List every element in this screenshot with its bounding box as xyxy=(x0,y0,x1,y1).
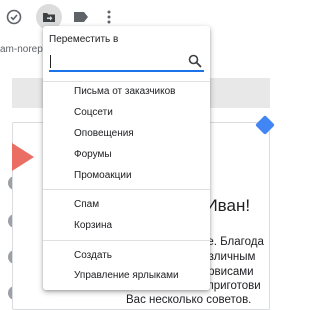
search-icon[interactable] xyxy=(188,54,202,68)
search-input[interactable] xyxy=(49,52,179,70)
menu-item-label[interactable]: Оповещения xyxy=(74,128,134,139)
menu-divider xyxy=(43,81,210,82)
menu-item-trash[interactable]: Корзина xyxy=(74,220,112,231)
move-to-menu: Переместить в Письма от заказчиков Соцсе… xyxy=(43,26,210,290)
label-icon[interactable] xyxy=(72,8,90,26)
manage-labels-button[interactable]: Управление ярлыками xyxy=(74,270,179,281)
menu-divider xyxy=(43,240,210,241)
menu-divider xyxy=(43,189,210,190)
create-label-button[interactable]: Создать xyxy=(74,250,112,261)
menu-item-label[interactable]: Соцсети xyxy=(74,107,113,118)
email-body-line: Вас несколько советов. xyxy=(126,294,252,306)
menu-item-label[interactable]: Промоакции xyxy=(74,170,132,181)
menu-item-label[interactable]: Форумы xyxy=(74,149,112,160)
menu-item-label[interactable]: Письма от заказчиков xyxy=(74,86,176,97)
menu-item-spam[interactable]: Спам xyxy=(74,199,99,210)
more-vert-icon[interactable] xyxy=(100,8,118,26)
select-checkbox-icon[interactable] xyxy=(5,8,23,26)
search-field[interactable] xyxy=(49,52,204,72)
text-caret xyxy=(50,55,51,68)
menu-title: Переместить в xyxy=(49,34,119,45)
brand-red-shape xyxy=(12,143,34,171)
